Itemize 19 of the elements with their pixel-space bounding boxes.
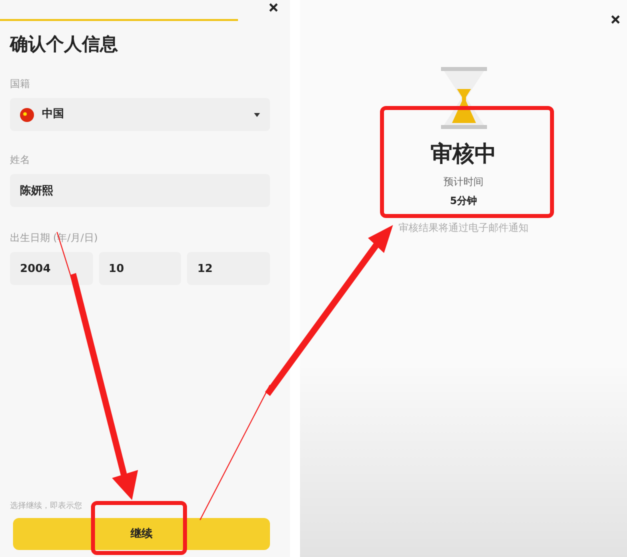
field-label: 国籍	[10, 78, 31, 92]
hourglass-icon	[440, 67, 486, 129]
field-label: 姓名	[10, 154, 31, 168]
date-field[interactable]: 2004	[10, 252, 93, 285]
nationality-select[interactable]: 中国	[10, 98, 270, 131]
close-icon	[610, 14, 620, 24]
date-field[interactable]: 12	[187, 252, 270, 285]
dropdown-caret-icon	[254, 112, 260, 116]
name-field[interactable]: 陈妍熙	[10, 174, 270, 207]
date-field[interactable]: 10	[98, 252, 182, 285]
close-icon	[268, 2, 278, 12]
consent-notice: 选择继续，即表示您	[10, 500, 83, 512]
flag-icon	[20, 108, 34, 122]
eta-label: 预计时间	[444, 176, 484, 190]
status-title: 审核中	[430, 141, 496, 169]
page-title: 确认个人信息	[10, 33, 119, 57]
email-notice: 审核结果将通过电子邮件通知	[398, 222, 528, 236]
continue-button[interactable]: 继续	[13, 518, 270, 550]
eta-value: 5分钟	[450, 194, 477, 209]
